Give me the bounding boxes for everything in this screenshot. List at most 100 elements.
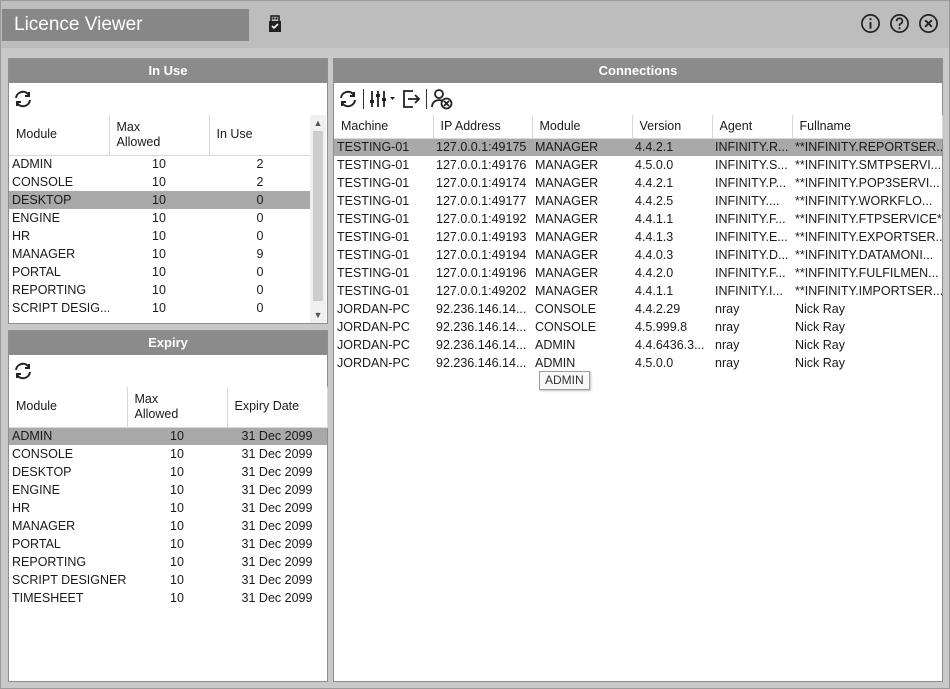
table-row[interactable]: JORDAN-PC 92.236.146.14... ADMIN 4.4.6436.3… bbox=[334, 336, 942, 354]
table-row[interactable]: TESTING-01 127.0.0.1:49192 MANAGER 4.4.1.1 I… bbox=[334, 210, 942, 228]
cell-module: CONSOLE bbox=[12, 175, 74, 189]
cell-module: DESKTOP bbox=[12, 465, 72, 479]
cell-agent: INFINITY.R... bbox=[712, 138, 792, 156]
cell-max: 10 bbox=[170, 501, 184, 515]
cell-module: ADMIN bbox=[535, 356, 576, 370]
refresh-icon bbox=[15, 90, 31, 108]
disconnect-user-button[interactable] bbox=[431, 88, 453, 110]
cell-module: PORTAL bbox=[12, 265, 61, 279]
cell-ip: 92.236.146.14... bbox=[436, 302, 527, 316]
scroll-up-arrow-icon[interactable]: ▲ bbox=[310, 116, 326, 130]
scroll-down-arrow-icon[interactable]: ▼ bbox=[310, 308, 326, 322]
column-fullname[interactable]: Fullname bbox=[792, 115, 943, 139]
cell-agent: INFINITY.S... bbox=[715, 158, 788, 172]
table-row[interactable]: MANAGER 10 31 Dec 2099 bbox=[9, 517, 327, 535]
cell-module: PORTAL bbox=[12, 537, 61, 551]
table-row[interactable]: DESKTOP 10 0 bbox=[9, 191, 311, 209]
cell-version: 4.4.2.29 bbox=[635, 302, 681, 316]
column-module[interactable]: Module bbox=[9, 115, 110, 156]
cell-module: CONSOLE bbox=[12, 447, 74, 461]
table-row[interactable]: ENGINE 10 0 bbox=[9, 209, 311, 227]
column-agent[interactable]: Agent bbox=[712, 115, 793, 139]
column-ip-address[interactable]: IP Address bbox=[433, 115, 533, 139]
cell-fullname: Nick Ray bbox=[795, 320, 846, 334]
cell-module: MANAGER bbox=[535, 212, 599, 226]
cell-module: MANAGER bbox=[535, 248, 599, 262]
table-row[interactable]: CONSOLE 10 31 Dec 2099 bbox=[9, 445, 327, 463]
cell-version: 4.4.1.1 bbox=[635, 284, 674, 298]
cell-max: 10 bbox=[170, 573, 184, 587]
table-row[interactable]: HR 10 0 bbox=[9, 227, 311, 245]
refresh-expiry-button[interactable] bbox=[12, 360, 34, 382]
column-max-allowed[interactable]: Max Allowed bbox=[127, 387, 228, 428]
table-row[interactable]: SCRIPT DESIG... 10 0 bbox=[9, 299, 311, 317]
cell-max: 10 bbox=[170, 483, 184, 497]
table-row[interactable]: TESTING-01 127.0.0.1:49193 MANAGER 4.4.1.3 I… bbox=[334, 228, 942, 246]
table-row[interactable]: REPORTING 10 0 bbox=[9, 281, 311, 299]
table-row[interactable]: CONSOLE 10 2 bbox=[9, 173, 311, 191]
table-row[interactable]: JORDAN-PC 92.236.146.14... CONSOLE 4.5.999.… bbox=[334, 318, 942, 336]
table-row[interactable]: ENGINE 10 31 Dec 2099 bbox=[9, 481, 327, 499]
cell-agent: nray bbox=[715, 356, 740, 370]
cell-module: MANAGER bbox=[535, 194, 599, 208]
cell-fullname: **INFINITY.DATAMONI... bbox=[795, 248, 934, 262]
help-icon[interactable] bbox=[889, 13, 910, 34]
cell-ip: 92.236.146.14... bbox=[436, 338, 527, 352]
column-max-allowed[interactable]: Max Allowed bbox=[109, 115, 210, 156]
table-row[interactable]: DESKTOP 10 31 Dec 2099 bbox=[9, 463, 327, 481]
export-button[interactable] bbox=[400, 88, 422, 110]
cell-fullname: **INFINITY.EXPORTSER... bbox=[795, 230, 942, 244]
column-machine[interactable]: Machine bbox=[334, 115, 434, 139]
in-use-scrollbar[interactable]: ▲ ▼ bbox=[310, 115, 326, 323]
table-row[interactable]: TIMESHEET 10 31 Dec 2099 bbox=[9, 589, 327, 607]
usb-key-icon[interactable] bbox=[265, 14, 285, 34]
table-row[interactable]: REPORTING 10 31 Dec 2099 bbox=[9, 553, 327, 571]
refresh-connections-button[interactable] bbox=[337, 88, 359, 110]
cell-fullname: **INFINITY.WORKFLO... bbox=[795, 194, 933, 208]
column-in-use[interactable]: In Use bbox=[209, 115, 311, 156]
cell-ip: 127.0.0.1:49194 bbox=[436, 248, 527, 262]
column-module[interactable]: Module bbox=[532, 115, 633, 139]
column-settings-button[interactable] bbox=[368, 88, 398, 110]
cell-inuse: 2 bbox=[256, 175, 264, 189]
scroll-thumb[interactable] bbox=[313, 131, 323, 301]
cell-inuse: 0 bbox=[256, 283, 264, 297]
table-row[interactable]: PORTAL 10 31 Dec 2099 bbox=[9, 535, 327, 553]
cell-module: ENGINE bbox=[12, 483, 60, 497]
table-row[interactable]: TESTING-01 127.0.0.1:49202 MANAGER 4.4.1.1 I… bbox=[334, 282, 942, 300]
cell-agent: INFINITY.F... bbox=[715, 212, 786, 226]
cell-machine: TESTING-01 bbox=[337, 212, 410, 226]
cell-max: 10 bbox=[152, 229, 166, 243]
table-row[interactable]: ADMIN 10 2 bbox=[9, 155, 311, 173]
column-expiry-date[interactable]: Expiry Date bbox=[227, 387, 328, 428]
cell-agent: nray bbox=[715, 302, 740, 316]
table-row[interactable]: TESTING-01 127.0.0.1:49177 MANAGER 4.4.2.5 I… bbox=[334, 192, 942, 210]
cell-inuse: 2 bbox=[256, 157, 264, 172]
cell-max: 10 bbox=[170, 555, 184, 569]
close-icon[interactable] bbox=[918, 13, 939, 34]
column-version[interactable]: Version bbox=[632, 115, 713, 139]
table-row[interactable]: TESTING-01 127.0.0.1:49174 MANAGER 4.4.2.1 I… bbox=[334, 174, 942, 192]
table-row[interactable]: TESTING-01 127.0.0.1:49176 MANAGER 4.5.0.0 I… bbox=[334, 156, 942, 174]
column-module[interactable]: Module bbox=[9, 387, 128, 428]
table-row[interactable]: MANAGER 10 9 bbox=[9, 245, 311, 263]
cell-max: 10 bbox=[152, 247, 166, 261]
connections-table: Machine IP Address Module Version Agent … bbox=[334, 115, 943, 372]
table-row[interactable]: PORTAL 10 0 bbox=[9, 263, 311, 281]
table-row[interactable]: ADMIN 10 31 Dec 2099 bbox=[9, 427, 327, 445]
table-row[interactable]: JORDAN-PC 92.236.146.14... ADMIN 4.5.0.0 nra… bbox=[334, 354, 942, 372]
cell-module: MANAGER bbox=[12, 519, 76, 533]
cell-max: 10 bbox=[152, 301, 166, 315]
expiry-header: Expiry bbox=[9, 331, 327, 355]
table-row[interactable]: TESTING-01 127.0.0.1:49194 MANAGER 4.4.0.3 I… bbox=[334, 246, 942, 264]
table-row[interactable]: JORDAN-PC 92.236.146.14... CONSOLE 4.4.2.29… bbox=[334, 300, 942, 318]
table-row[interactable]: SCRIPT DESIGNER 10 31 Dec 2099 bbox=[9, 571, 327, 589]
refresh-in-use-button[interactable] bbox=[12, 88, 34, 110]
table-row[interactable]: HR 10 31 Dec 2099 bbox=[9, 499, 327, 517]
cell-agent: INFINITY.P... bbox=[715, 176, 787, 190]
table-row[interactable]: TESTING-01 127.0.0.1:49175 MANAGER 4.4.2.1 I… bbox=[334, 138, 942, 156]
table-row[interactable]: TESTING-01 127.0.0.1:49196 MANAGER 4.4.2.0 I… bbox=[334, 264, 942, 282]
cell-version: 4.4.1.3 bbox=[635, 230, 674, 244]
info-icon[interactable] bbox=[860, 13, 881, 34]
cell-machine: TESTING-01 bbox=[337, 266, 410, 280]
